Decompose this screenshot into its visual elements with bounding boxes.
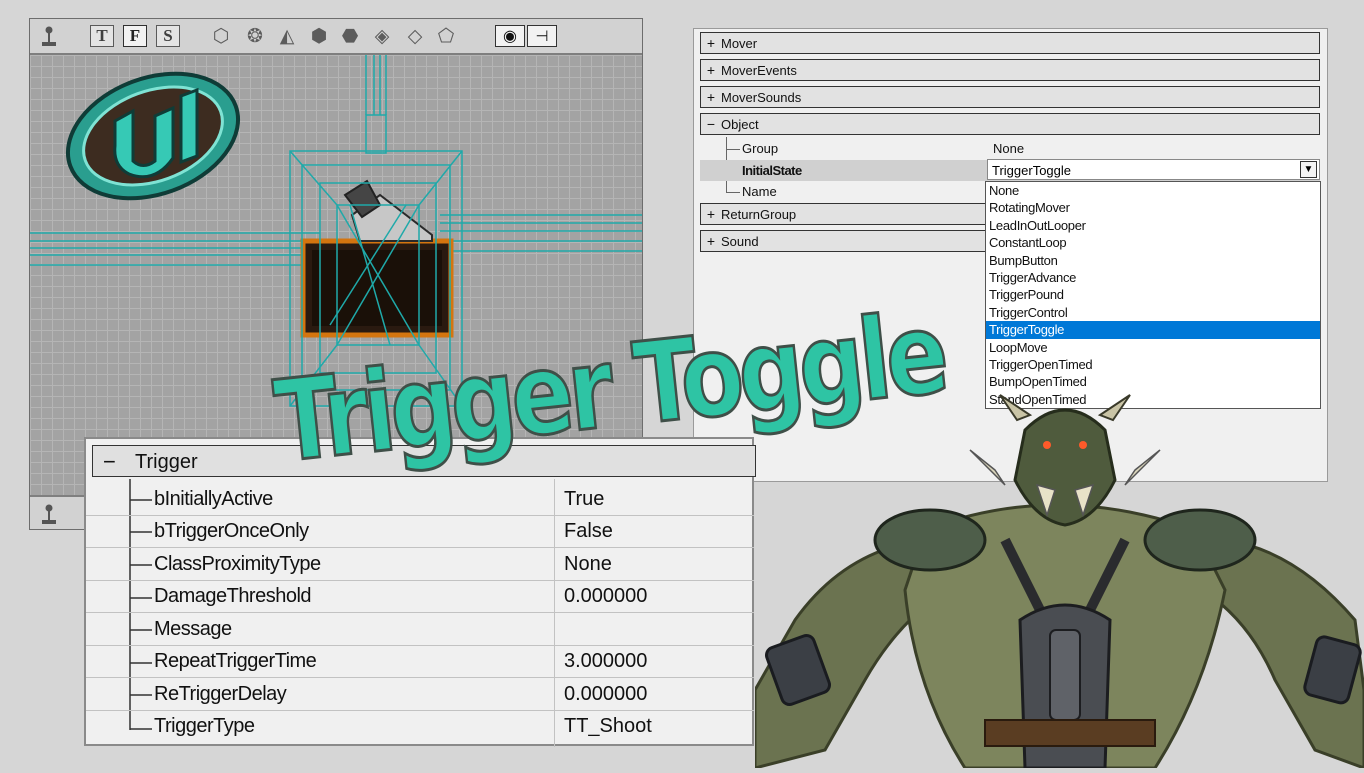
side-view-button[interactable]: S xyxy=(156,25,180,47)
category-label: MoverSounds xyxy=(721,89,802,105)
property-value[interactable]: False xyxy=(564,520,613,543)
expand-icon[interactable]: + xyxy=(701,62,721,78)
property-name: RepeatTriggerTime xyxy=(154,650,317,672)
trigger-row-trigger-type[interactable]: TriggerType TT_Shoot xyxy=(86,711,754,743)
collapse-icon[interactable]: − xyxy=(701,116,721,132)
dropdown-option[interactable]: LoopMove xyxy=(986,339,1320,356)
property-value[interactable]: 0.000000 xyxy=(564,585,647,608)
property-name: bTriggerOnceOnly xyxy=(154,520,309,542)
top-view-button[interactable]: T xyxy=(90,25,114,47)
cone-icon[interactable]: ⬣ xyxy=(339,25,361,47)
dropdown-option[interactable]: LeadInOutLooper xyxy=(986,217,1320,234)
dropdown-option[interactable]: TriggerOpenTimed xyxy=(986,356,1320,373)
property-name: TriggerType xyxy=(154,715,255,737)
property-name: Message xyxy=(154,618,232,640)
dropdown-arrow-icon[interactable]: ▼ xyxy=(1300,161,1317,178)
expand-icon[interactable]: + xyxy=(701,206,721,222)
property-name: DamageThreshold xyxy=(154,585,312,607)
trigger-row-message[interactable]: Message xyxy=(86,614,754,646)
category-label: Object xyxy=(721,116,759,132)
cube-icon[interactable]: ⬡ xyxy=(210,25,232,47)
combobox-value: TriggerToggle xyxy=(992,163,1072,178)
pin-icon[interactable]: ⊣ xyxy=(527,25,557,47)
category-label: MoverEvents xyxy=(721,62,797,78)
unreal-logo xyxy=(55,66,250,206)
eye-icon[interactable]: ◉ xyxy=(495,25,525,47)
trigger-row-damage-threshold[interactable]: DamageThreshold 0.000000 xyxy=(86,581,754,613)
category-mover-sounds[interactable]: + MoverSounds xyxy=(700,86,1320,108)
sheet-icon[interactable]: ◇ xyxy=(404,25,426,47)
category-label: Trigger xyxy=(135,451,198,473)
expand-icon[interactable]: + xyxy=(701,89,721,105)
category-mover[interactable]: + Mover xyxy=(700,32,1320,54)
property-row-group[interactable]: Group None xyxy=(700,138,1320,159)
trigger-row-class-proximity-type[interactable]: ClassProximityType None xyxy=(86,549,754,581)
collapse-icon[interactable]: − xyxy=(103,449,116,475)
property-value[interactable]: None xyxy=(564,553,612,576)
property-name: ReTriggerDelay xyxy=(154,683,287,705)
joystick-icon[interactable] xyxy=(38,503,60,525)
property-name: InitialState xyxy=(742,163,802,178)
property-value[interactable]: True xyxy=(564,488,604,511)
dropdown-option-selected[interactable]: TriggerToggle xyxy=(986,321,1320,339)
property-name: Group xyxy=(742,141,779,156)
expand-icon[interactable]: + xyxy=(701,233,721,249)
initial-state-combobox[interactable]: TriggerToggle ▼ xyxy=(987,159,1320,180)
category-object[interactable]: − Object xyxy=(700,113,1320,135)
property-value[interactable]: 3.000000 xyxy=(564,650,647,673)
expand-icon[interactable]: + xyxy=(701,35,721,51)
stairs-icon[interactable]: ◈ xyxy=(371,25,393,47)
dropdown-option[interactable]: TriggerControl xyxy=(986,304,1320,321)
property-value[interactable]: None xyxy=(993,141,1024,156)
dropdown-option[interactable]: BumpButton xyxy=(986,252,1320,269)
category-label: Sound xyxy=(721,233,759,249)
trigger-row-trigger-once-only[interactable]: bTriggerOnceOnly False xyxy=(86,516,754,548)
property-name: Name xyxy=(742,184,777,199)
dropdown-option[interactable]: BumpOpenTimed xyxy=(986,373,1320,390)
dropdown-option[interactable]: TriggerPound xyxy=(986,286,1320,303)
dropdown-option[interactable]: None xyxy=(986,182,1320,199)
category-label: Mover xyxy=(721,35,758,51)
property-name: ClassProximityType xyxy=(154,553,321,575)
joystick-icon[interactable] xyxy=(38,25,60,47)
dropdown-option[interactable]: RotatingMover xyxy=(986,199,1320,216)
dropdown-option[interactable]: TriggerAdvance xyxy=(986,269,1320,286)
trigger-row-repeat-trigger-time[interactable]: RepeatTriggerTime 3.000000 xyxy=(86,646,754,678)
initial-state-dropdown-list[interactable]: None RotatingMover LeadInOutLooper Const… xyxy=(985,181,1321,409)
ramp-icon[interactable]: ◭ xyxy=(276,25,298,47)
dropdown-option[interactable]: ConstantLoop xyxy=(986,234,1320,251)
cylinder-icon[interactable]: ⬢ xyxy=(308,25,330,47)
property-value[interactable]: TT_Shoot xyxy=(564,715,652,738)
category-label: ReturnGroup xyxy=(721,206,797,222)
trigger-row-retrigger-delay[interactable]: ReTriggerDelay 0.000000 xyxy=(86,679,754,711)
category-mover-events[interactable]: + MoverEvents xyxy=(700,59,1320,81)
sphere-icon[interactable]: ❂ xyxy=(244,25,266,47)
viewport-toolbar: T F S ⬡ ❂ ◭ ⬢ ⬣ ◈ ◇ ⬠ ◉ ⊣ xyxy=(30,19,642,55)
volume-icon[interactable]: ⬠ xyxy=(435,25,457,47)
property-value[interactable]: 0.000000 xyxy=(564,683,647,706)
front-view-button[interactable]: F xyxy=(123,25,147,47)
